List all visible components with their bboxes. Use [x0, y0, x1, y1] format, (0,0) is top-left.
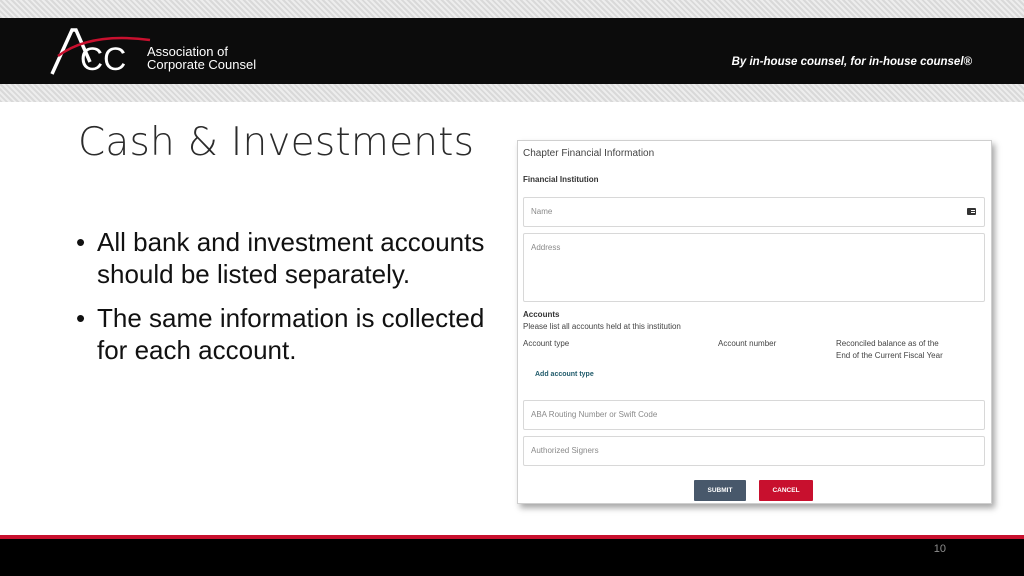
page-number: 10: [933, 543, 946, 555]
header-bottom-pattern: [0, 84, 1024, 102]
logo-line-2: Corporate Counsel: [147, 57, 257, 72]
header-band: CC Association of Corporate Counsel By i…: [0, 18, 1024, 84]
aba-routing-input[interactable]: ABA Routing Number or Swift Code: [523, 400, 985, 430]
name-placeholder: Name: [531, 207, 553, 216]
cancel-button[interactable]: CANCEL: [759, 480, 813, 501]
column-reconciled-balance: Reconciled balance as of the End of the …: [836, 338, 943, 362]
balance-header-line-2: End of the Current Fiscal Year: [836, 351, 943, 360]
accounts-description: Please list all accounts held at this in…: [523, 322, 681, 331]
svg-text:CC: CC: [80, 41, 126, 76]
address-placeholder: Address: [531, 243, 561, 252]
bullet-list: All bank and investment accounts should …: [76, 226, 496, 378]
column-account-type: Account type: [523, 339, 570, 348]
header-top-pattern: [0, 0, 1024, 18]
signers-placeholder: Authorized Signers: [531, 446, 599, 455]
add-account-type-link[interactable]: Add account type: [535, 371, 594, 378]
submit-button[interactable]: SUBMIT: [694, 480, 746, 501]
authorized-signers-input[interactable]: Authorized Signers: [523, 436, 985, 466]
section-label: Financial Institution: [523, 175, 599, 184]
footer-bar: 10: [0, 539, 1024, 576]
tagline: By in-house counsel, for in-house counse…: [731, 56, 972, 68]
financial-info-form: Chapter Financial Information Financial …: [517, 140, 992, 504]
form-title: Chapter Financial Information: [523, 148, 655, 159]
logo-wordmark: Association of Corporate Counsel: [147, 45, 256, 71]
bullet-item: All bank and investment accounts should …: [76, 226, 496, 290]
institution-name-input[interactable]: Name: [523, 197, 985, 227]
bullet-item: The same information is collected for ea…: [76, 302, 496, 366]
slide-title: Cash & Investments: [78, 120, 475, 165]
column-account-number: Account number: [718, 339, 777, 348]
accounts-heading: Accounts: [523, 310, 560, 319]
id-card-icon[interactable]: [967, 208, 976, 215]
address-input[interactable]: Address: [523, 233, 985, 302]
balance-header-line-1: Reconciled balance as of the: [836, 339, 939, 348]
aba-placeholder: ABA Routing Number or Swift Code: [531, 410, 658, 419]
